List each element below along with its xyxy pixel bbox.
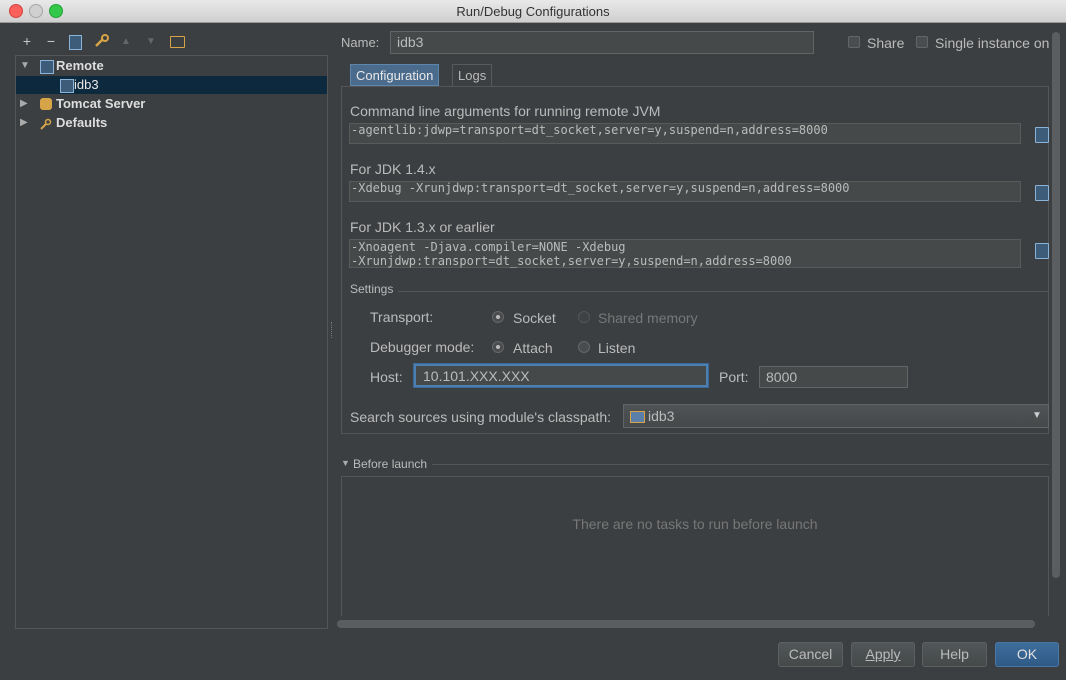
debugger-listen-radio[interactable]	[578, 341, 590, 353]
tree-item-remote[interactable]: ▼ Remote	[16, 57, 327, 75]
share-label: Share	[867, 35, 905, 51]
transport-label: Transport:	[370, 309, 434, 325]
share-checkbox[interactable]	[848, 36, 860, 48]
collapse-arrow-icon[interactable]: ▶	[20, 95, 28, 113]
transport-socket-label: Socket	[513, 310, 556, 326]
before-launch-collapse-icon[interactable]: ▼	[341, 458, 350, 468]
tree-item-label: Remote	[56, 58, 104, 73]
before-launch-title: Before launch	[353, 457, 428, 471]
cmd-args-field[interactable]: -agentlib:jdwp=transport=dt_socket,serve…	[349, 123, 1021, 144]
window-title: Run/Debug Configurations	[456, 4, 610, 19]
tree-item-tomcat-server[interactable]: ▶ Tomcat Server	[16, 95, 327, 113]
tomcat-icon	[40, 98, 52, 110]
remove-icon[interactable]: −	[42, 33, 60, 49]
chevron-down-icon[interactable]: ▼	[1032, 405, 1042, 427]
module-icon	[630, 411, 645, 423]
wrench-icon	[40, 117, 52, 130]
host-label: Host:	[370, 369, 403, 385]
expand-arrow-icon[interactable]: ▼	[20, 57, 30, 75]
copy-icon[interactable]	[1035, 243, 1049, 259]
copy-icon[interactable]	[1035, 185, 1049, 201]
before-launch-empty-text: There are no tasks to run before launch	[572, 516, 818, 532]
folder-icon[interactable]	[170, 36, 185, 48]
transport-socket-radio[interactable]	[492, 311, 504, 323]
tree-item-label: idb3	[74, 77, 99, 92]
port-field[interactable]: 8000	[759, 366, 908, 388]
ok-button[interactable]: OK	[995, 642, 1059, 667]
host-field[interactable]: 10.101.XXX.XXX	[414, 364, 708, 387]
tree-item-defaults[interactable]: ▶ Defaults	[16, 114, 327, 132]
move-down-icon[interactable]: ▼	[142, 36, 160, 47]
classpath-module-select[interactable]: idb3 ▼	[623, 404, 1049, 428]
horizontal-scrollbar[interactable]	[337, 620, 1035, 628]
name-label: Name:	[341, 35, 380, 50]
copy-configuration-icon[interactable]	[69, 35, 82, 50]
jdk14-label: For JDK 1.4.x	[350, 161, 436, 177]
settings-title: Settings	[350, 282, 394, 296]
collapse-arrow-icon[interactable]: ▶	[20, 114, 28, 132]
jdk14-args-field[interactable]: -Xdebug -Xrunjdwp:transport=dt_socket,se…	[349, 181, 1021, 202]
cmd-args-label: Command line arguments for running remot…	[350, 103, 661, 119]
before-launch-divider	[432, 464, 1049, 465]
debugger-attach-radio[interactable]	[492, 341, 504, 353]
tree-item-label: Tomcat Server	[56, 96, 146, 111]
title-bar: Run/Debug Configurations	[0, 0, 1066, 23]
jdk13-args-field[interactable]: -Xnoagent -Djava.compiler=NONE -Xdebug -…	[349, 239, 1021, 268]
port-label: Port:	[719, 369, 749, 385]
help-button[interactable]: Help	[922, 642, 987, 667]
edit-defaults-icon[interactable]	[94, 34, 110, 48]
transport-shared-memory-label: Shared memory	[598, 310, 698, 326]
settings-divider	[398, 291, 1048, 292]
jdk13-label: For JDK 1.3.x or earlier	[350, 219, 495, 235]
debugger-listen-label: Listen	[598, 340, 636, 356]
debugger-mode-label: Debugger mode:	[370, 339, 475, 355]
before-launch-task-list[interactable]	[341, 476, 1049, 616]
apply-button[interactable]: Apply	[851, 642, 915, 667]
tree-item-idb3[interactable]: idb3	[16, 76, 327, 94]
cmd-args-value: -agentlib:jdwp=transport=dt_socket,serve…	[351, 123, 828, 137]
remote-icon	[40, 60, 54, 74]
move-up-icon[interactable]: ▲	[117, 36, 135, 47]
tree-item-label: Defaults	[56, 115, 108, 130]
copy-icon[interactable]	[1035, 127, 1049, 143]
remote-config-icon	[60, 79, 74, 93]
vertical-scrollbar[interactable]	[1052, 32, 1060, 578]
jdk13-args-line: -Xnoagent -Djava.compiler=NONE -Xdebug	[351, 240, 626, 254]
debugger-attach-label: Attach	[513, 340, 553, 356]
classpath-label: Search sources using module's classpath:	[350, 409, 612, 425]
single-instance-checkbox[interactable]	[916, 36, 928, 48]
transport-shared-memory-radio[interactable]	[578, 311, 590, 323]
splitter-handle[interactable]	[331, 322, 335, 338]
name-field[interactable]: idb3	[390, 31, 814, 54]
tab-configuration[interactable]: Configuration	[350, 64, 440, 86]
single-instance-label: Single instance only	[935, 35, 1049, 51]
cancel-button[interactable]: Cancel	[778, 642, 843, 667]
classpath-module-value: idb3	[648, 408, 675, 424]
jdk14-args-value: -Xdebug -Xrunjdwp:transport=dt_socket,se…	[351, 181, 850, 195]
add-icon[interactable]: +	[18, 33, 36, 49]
jdk13-args-line: -Xrunjdwp:transport=dt_socket,server=y,s…	[351, 254, 792, 268]
tab-logs[interactable]: Logs	[452, 64, 493, 86]
configuration-tree[interactable]: ▼ Remote idb3 ▶ Tomcat Server ▶ Defaults	[15, 55, 328, 629]
